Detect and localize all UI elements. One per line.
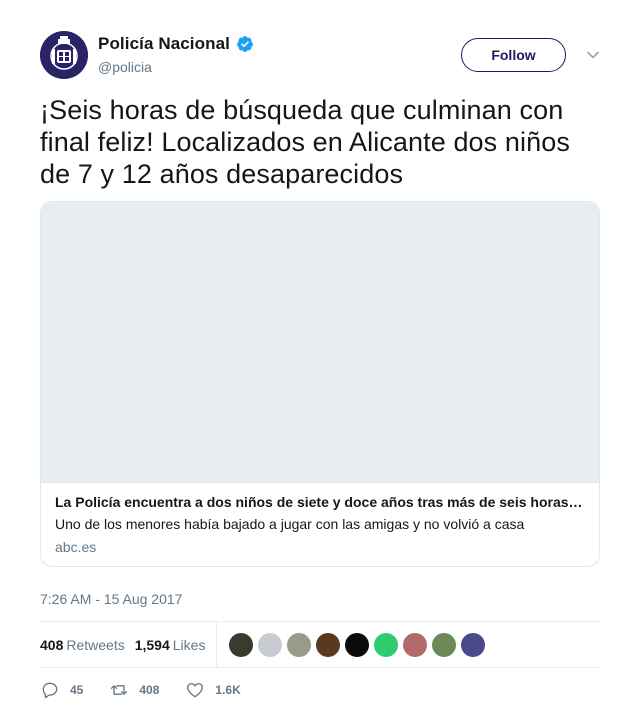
retweet-count: 408 xyxy=(139,683,160,697)
action-bar: 45 408 1.6K xyxy=(40,678,600,702)
card-body: La Policía encuentra a dos niños de siet… xyxy=(41,483,599,556)
reply-count: 45 xyxy=(70,683,84,697)
display-name-row: Policía Nacional xyxy=(98,33,254,55)
reply-action[interactable]: 45 xyxy=(40,680,83,700)
tweet-text: ¡Seis horas de búsqueda que culminan con… xyxy=(40,95,570,189)
police-badge-logo-icon xyxy=(40,31,88,79)
card-image[interactable] xyxy=(41,202,599,483)
retweet-icon xyxy=(111,685,128,695)
liker-avatar[interactable] xyxy=(229,632,254,657)
liker-avatar[interactable] xyxy=(461,632,486,657)
likes-stat[interactable]: 1,594 Likes xyxy=(135,637,206,653)
liker-avatar[interactable] xyxy=(403,632,428,657)
timestamp[interactable]: 7:26 AM - 15 Aug 2017 xyxy=(40,589,600,609)
retweets-count: 408 xyxy=(40,636,64,653)
liker-avatar[interactable] xyxy=(432,632,457,657)
card-domain: abc.es xyxy=(55,539,97,555)
liker-avatars xyxy=(229,632,490,657)
tweet: Policía Nacional @policia Follow ¡Seis h… xyxy=(40,30,600,702)
follow-button[interactable]: Follow xyxy=(461,38,566,72)
card-description: Uno de los menores había bajado a jugar … xyxy=(55,516,525,532)
retweets-label: Retweets xyxy=(66,636,125,653)
liker-avatar[interactable] xyxy=(316,632,341,657)
verified-badge-icon xyxy=(237,36,253,52)
likes-count: 1,594 xyxy=(134,636,170,653)
like-count: 1.6K xyxy=(215,683,241,697)
card-title[interactable]: La Policía encuentra a dos niños de siet… xyxy=(55,493,585,511)
chevron-down-icon[interactable] xyxy=(586,48,600,62)
avatar[interactable] xyxy=(40,31,88,79)
stats-divider xyxy=(216,621,218,668)
tweet-header: Policía Nacional @policia Follow xyxy=(40,30,600,82)
retweets-stat[interactable]: 408 Retweets xyxy=(40,637,125,653)
heart-icon xyxy=(187,683,204,698)
link-card[interactable]: La Policía encuentra a dos niños de siet… xyxy=(40,201,600,567)
liker-avatar[interactable] xyxy=(258,632,283,657)
reply-icon xyxy=(42,682,58,699)
handle[interactable]: @policia xyxy=(98,59,254,75)
liker-avatar[interactable] xyxy=(374,632,399,657)
liker-avatar[interactable] xyxy=(287,632,312,657)
author-names: Policía Nacional @policia xyxy=(98,33,254,75)
likes-label: Likes xyxy=(172,636,206,653)
like-action[interactable]: 1.6K xyxy=(185,680,241,700)
retweet-action[interactable]: 408 xyxy=(109,680,159,700)
stats-bar: 408 Retweets 1,594 Likes xyxy=(40,621,600,668)
liker-avatar[interactable] xyxy=(345,632,370,657)
display-name[interactable]: Policía Nacional xyxy=(98,34,230,54)
